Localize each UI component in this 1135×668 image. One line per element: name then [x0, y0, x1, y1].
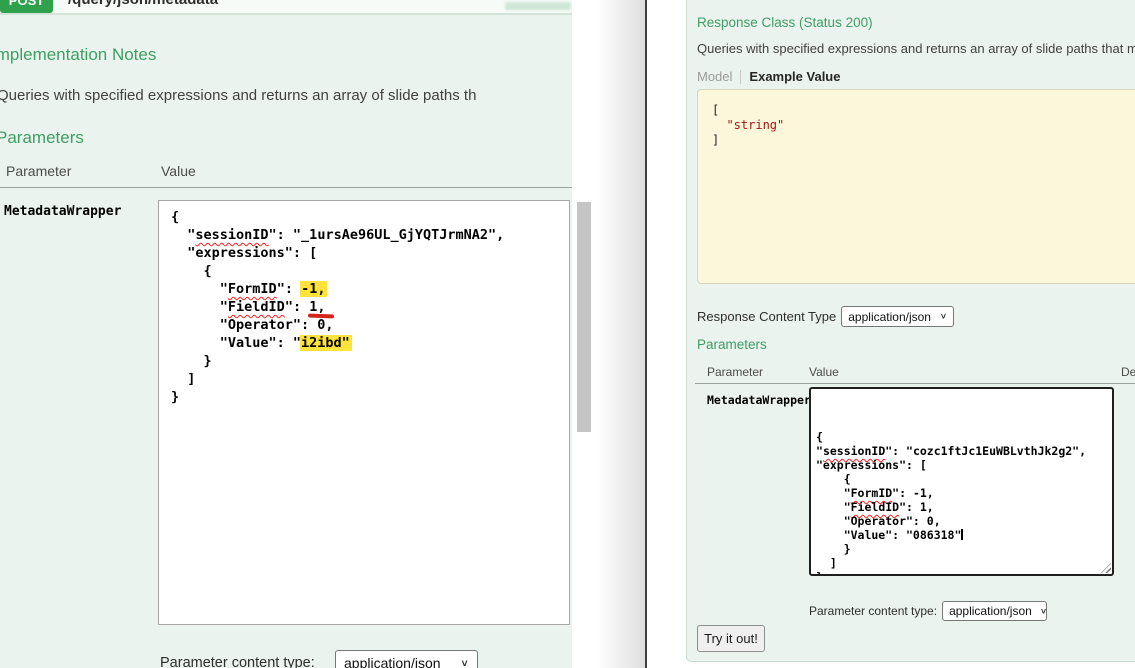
column-header-parameter: Parameter	[6, 163, 71, 179]
vertical-scrollbar-thumb[interactable]	[577, 202, 591, 432]
endpoint-path[interactable]: /query/json/metadata	[68, 0, 218, 8]
response-content-type-value: application/json	[848, 310, 931, 324]
metadata-wrapper-textarea[interactable]: { "sessionID": "_1ursAe96UL_GjYQTJrmNA2"…	[158, 200, 570, 625]
implementation-notes-text: Queries with specified expressions and r…	[0, 87, 572, 104]
screenshot-root: POST /query/json/metadata Implementation…	[0, 0, 1135, 668]
operation-link-faint	[505, 2, 571, 10]
metadata-wrapper-textarea-focused[interactable]: {"sessionID": "cozc1ftJc1EuWBLvthJk2g2",…	[809, 387, 1114, 576]
parameter-content-type-select[interactable]: application/json ∨	[942, 601, 1047, 621]
parameter-content-type-value: application/json	[949, 604, 1032, 618]
column-header-value: Value	[161, 163, 196, 179]
parameter-name: MetadataWrapper	[4, 204, 121, 219]
left-operation-panel: Implementation Notes Queries with specif…	[0, 15, 572, 668]
tab-model[interactable]: Model	[697, 69, 740, 84]
column-header-value: Value	[809, 365, 839, 379]
response-content-type-label: Response Content Type	[697, 309, 836, 324]
tab-example-value[interactable]: Example Value	[741, 69, 840, 84]
model-example-tabs: Model Example Value	[697, 69, 840, 84]
chevron-down-icon: ∨	[460, 657, 469, 668]
response-class-description: Queries with specified expressions and r…	[697, 41, 1135, 56]
table-header-rule	[695, 383, 1135, 384]
parameter-name: MetadataWrapper	[707, 393, 811, 407]
table-header-rule	[0, 187, 572, 188]
parameter-content-type-label: Parameter content type:	[160, 655, 315, 668]
parameters-title: Parameters	[697, 337, 767, 352]
parameter-content-type-value: application/json	[344, 655, 441, 668]
post-method-badge[interactable]: POST	[0, 0, 53, 13]
response-content-type-select[interactable]: application/json ∨	[841, 306, 954, 327]
response-class-title: Response Class (Status 200)	[697, 15, 873, 30]
try-it-out-button[interactable]: Try it out!	[697, 625, 765, 652]
example-value-box: [ "string"]	[697, 89, 1135, 284]
column-header-description: De	[1121, 365, 1135, 379]
implementation-notes-title: Implementation Notes	[0, 45, 156, 65]
right-operation-panel: Response Class (Status 200) Queries with…	[686, 0, 1135, 662]
left-operation-header-bar: POST /query/json/metadata	[0, 0, 572, 13]
parameters-title: Parameters	[0, 128, 84, 148]
column-header-parameter: Parameter	[707, 365, 763, 379]
chevron-down-icon: ∨	[940, 312, 947, 321]
parameter-content-type-select[interactable]: application/json ∨	[335, 650, 478, 668]
window-drop-shadow	[597, 0, 645, 668]
parameter-content-type-label: Parameter content type:	[809, 604, 937, 618]
chevron-down-icon: ∨	[1040, 607, 1047, 616]
